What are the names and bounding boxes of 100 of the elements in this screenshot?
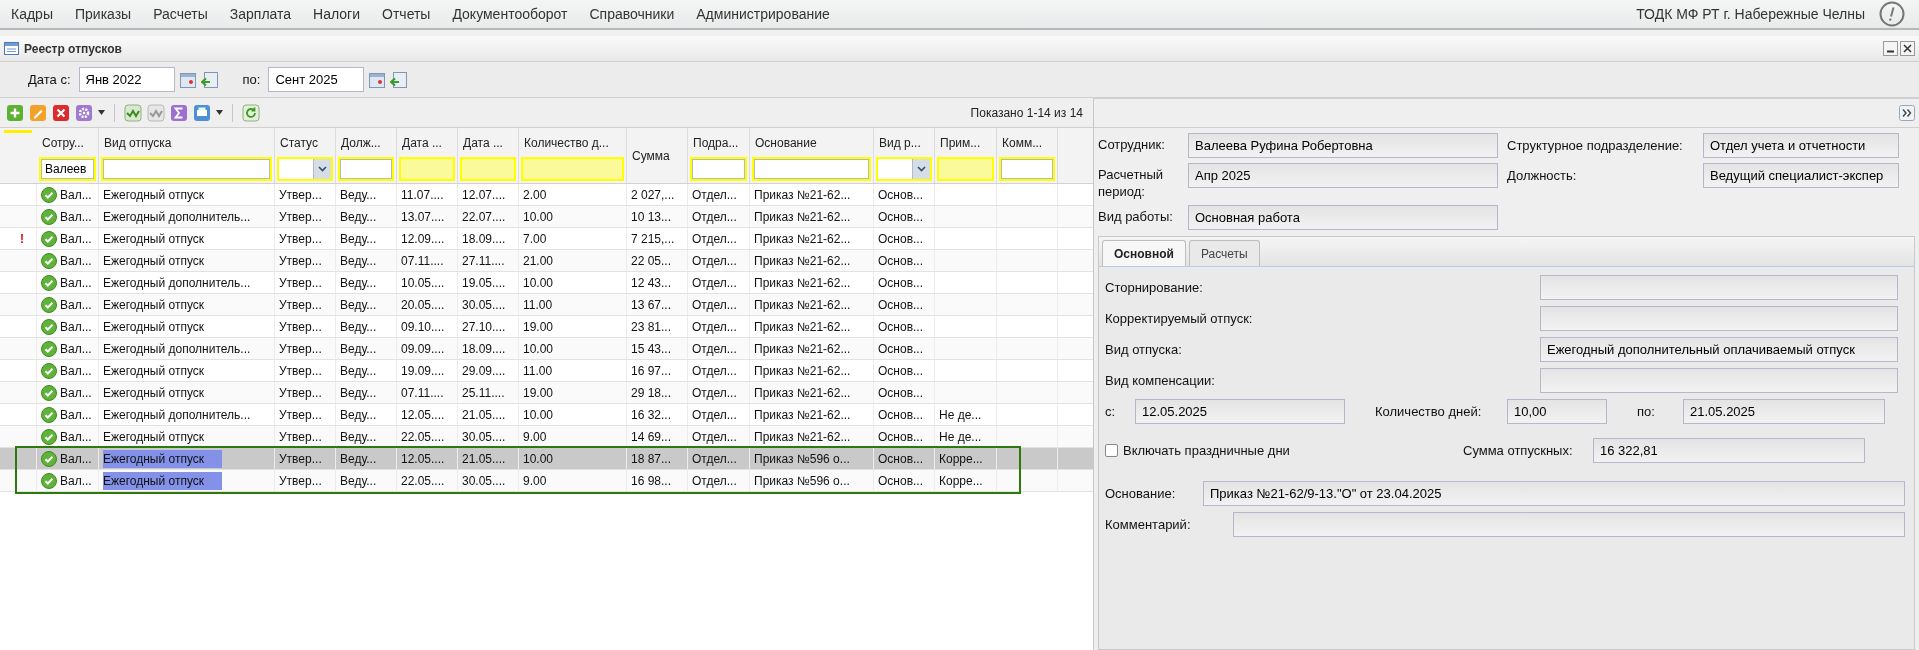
check-circle-icon: [41, 384, 57, 401]
table-cell-text: 15 43...: [631, 340, 672, 358]
menu-item[interactable]: Отчеты: [371, 3, 442, 25]
tab[interactable]: Основной: [1102, 240, 1186, 266]
table-cell-text: Отдел...: [692, 296, 737, 314]
filter-field[interactable]: [1001, 159, 1053, 179]
column-header[interactable]: Сумма: [629, 146, 685, 165]
filter-field[interactable]: [754, 159, 869, 179]
table-row[interactable]: Вал... Ежегодный отпуск Утвер... Веду... 22.05.... 30.05.... 9.00 16 98... Отдел... Приказ №596 о... Основ... Корре...: [0, 470, 1093, 492]
checkbox[interactable]: [1105, 444, 1118, 457]
menu-item[interactable]: Налоги: [302, 3, 372, 25]
form-field[interactable]: Ежегодный дополнительный оплачиваемый отпуск: [1540, 337, 1898, 362]
table-cell-text: Утвер...: [279, 208, 322, 226]
table-row[interactable]: Вал... Ежегодный отпуск Утвер... Веду... 09.10.... 27.10.... 19.00 23 81... Отдел... Приказ №21-62... Основ...: [0, 316, 1093, 338]
table-cell-text: 21.00: [523, 252, 554, 270]
menu-item[interactable]: Расчеты: [142, 3, 219, 25]
edit-icon[interactable]: [29, 103, 47, 122]
menu-item[interactable]: Администрирование: [685, 3, 841, 25]
column-header[interactable]: Долж...: [338, 128, 394, 152]
form-field[interactable]: [1540, 368, 1898, 393]
info-field[interactable]: Валеева Руфина Робертовна: [1188, 133, 1498, 158]
table-row[interactable]: Вал... Ежегодный отпуск Утвер... Веду... 19.09.... 29.09.... 11.00 16 97... Отдел... Приказ №21-62... Основ...: [0, 360, 1093, 382]
table-row[interactable]: Вал... Ежегодный отпуск Утвер... Веду... 07.11.... 27.11.... 21.00 22 05... Отдел... Приказ №21-62... Основ...: [0, 250, 1093, 272]
menu-item[interactable]: Приказы: [63, 3, 143, 25]
table-row[interactable]: Вал... Ежегодный дополнитель... Утвер... Веду... 10.05.... 19.05.... 10.00 12 43... Отдел... Приказ №21-62... Основ...: [0, 272, 1093, 294]
delete-icon[interactable]: [52, 103, 70, 122]
filter-field[interactable]: [692, 159, 745, 179]
calendar-icon[interactable]: [178, 70, 197, 89]
basis-field[interactable]: Приказ №21-62/9-13."О" от 23.04.2025: [1203, 481, 1905, 506]
info-icon[interactable]: [1879, 1, 1905, 27]
date-to-field[interactable]: Сент 2025: [268, 67, 365, 92]
form-field[interactable]: [1540, 306, 1898, 331]
table-row[interactable]: Вал... Ежегодный дополнитель... Утвер... Веду... 12.05.... 21.05.... 10.00 16 32... Отдел... Приказ №21-62... Основ... Не де...: [0, 404, 1093, 426]
check-circle-icon: [41, 208, 57, 225]
table-cell-text: Не де...: [939, 406, 982, 424]
calendar-icon[interactable]: [368, 70, 387, 89]
column-header[interactable]: Вид р...: [876, 128, 932, 152]
filter-field[interactable]: [103, 159, 270, 179]
sigma-icon[interactable]: [170, 103, 188, 122]
field-label: Сотрудник:: [1098, 136, 1166, 153]
tab[interactable]: Расчеты: [1188, 240, 1260, 266]
close-button[interactable]: [1900, 41, 1915, 56]
filter-dropdown[interactable]: [277, 157, 333, 181]
table-cell-text: Веду...: [340, 340, 377, 358]
table-cell-text: 07.11....: [401, 252, 444, 270]
column-header[interactable]: Статус: [277, 128, 333, 152]
check-circle-icon: [41, 406, 57, 423]
menu-item[interactable]: Кадры: [0, 3, 64, 25]
table-cell-text: Основ...: [878, 428, 923, 446]
column-header[interactable]: Подра...: [690, 128, 747, 152]
table-row[interactable]: Вал... Ежегодный дополнитель... Утвер... Веду... 13.07.... 22.07.... 10.00 10 13... Отдел... Приказ №21-62... Основ...: [0, 206, 1093, 228]
check-circle-icon: [41, 362, 57, 379]
gear-icon[interactable]: [75, 103, 93, 122]
column-header[interactable]: Прим...: [937, 128, 994, 152]
column-header[interactable]: Основание: [752, 128, 871, 152]
table-row[interactable]: ! Вал... Ежегодный отпуск Утвер... Веду... 12.09.... 18.09.... 7.00 7 215,... Отдел... Приказ №21-62... Основ...: [0, 228, 1093, 250]
column-header[interactable]: Дата ...: [460, 128, 516, 152]
window-title: Реестр отпусков: [24, 40, 122, 58]
column-header[interactable]: Комм...: [999, 128, 1055, 152]
table-cell-text: 30.05....: [462, 296, 506, 314]
menu-item[interactable]: Документооборот: [441, 3, 579, 25]
table-row[interactable]: Вал... Ежегодный отпуск Утвер... Веду... 22.05.... 30.05.... 9.00 14 69... Отдел... Приказ №21-62... Основ... Не де...: [0, 426, 1093, 448]
table-cell-text: 7 215,...: [631, 230, 675, 248]
table-cell-text: Отдел...: [692, 274, 737, 292]
form-field[interactable]: [1540, 275, 1898, 300]
info-field[interactable]: Основная работа: [1188, 205, 1498, 230]
amount-field[interactable]: 16 322,81: [1593, 438, 1865, 463]
date-from-field[interactable]: Янв 2022: [78, 67, 175, 92]
caret-icon[interactable]: [98, 110, 105, 115]
column-header[interactable]: Сотру...: [39, 128, 96, 152]
column-header[interactable]: Дата ...: [399, 128, 455, 152]
table-row[interactable]: Вал... Ежегодный отпуск Утвер... Веду... 07.11.... 25.11.... 19.00 29 18... Отдел... Приказ №21-62... Основ...: [0, 382, 1093, 404]
date-field[interactable]: 21.05.2025: [1683, 399, 1885, 424]
table-cell-text: Утвер...: [279, 384, 322, 402]
print-icon[interactable]: [193, 103, 211, 122]
filter-dropdown[interactable]: [876, 157, 932, 181]
table-cell-text: 23 81...: [631, 318, 672, 336]
info-field[interactable]: Апр 2025: [1188, 163, 1498, 188]
caret-icon[interactable]: [216, 110, 223, 115]
table-cell-text: 16 97...: [631, 362, 672, 380]
collapse-button[interactable]: [1899, 105, 1915, 121]
refresh-icon[interactable]: [242, 103, 260, 122]
filter-field[interactable]: [340, 159, 392, 179]
comment-field[interactable]: [1233, 512, 1905, 537]
filter-field[interactable]: Валеев: [41, 159, 94, 179]
add-icon[interactable]: [6, 103, 24, 122]
column-header[interactable]: Вид отпуска: [101, 128, 272, 152]
info-field[interactable]: Ведущий специалист-экспер: [1703, 163, 1899, 188]
column-header[interactable]: Количество д...: [521, 128, 624, 152]
minimize-button[interactable]: [1883, 41, 1898, 56]
date-field[interactable]: 12.05.2025: [1135, 399, 1345, 424]
menu-item[interactable]: Зарплата: [218, 3, 303, 25]
info-field[interactable]: Отдел учета и отчетности: [1703, 133, 1899, 158]
table-cell-text: Отдел...: [692, 472, 737, 490]
table-row[interactable]: Вал... Ежегодный отпуск Утвер... Веду... 11.07.... 12.07.... 2.00 2 027,... Отдел... Приказ №21-62... Основ...: [0, 184, 1093, 206]
table-row[interactable]: Вал... Ежегодный отпуск Утвер... Веду... 20.05.... 30.05.... 11.00 13 67... Отдел... Приказ №21-62... Основ...: [0, 294, 1093, 316]
days-field[interactable]: 10,00: [1507, 399, 1607, 424]
menu-item[interactable]: Справочники: [578, 3, 686, 25]
table-row[interactable]: Вал... Ежегодный отпуск Утвер... Веду... 12.05.... 21.05.... 10.00 18 87... Отдел... Приказ №596 о... Основ... Корре...: [0, 448, 1093, 470]
table-row[interactable]: Вал... Ежегодный дополнитель... Утвер... Веду... 09.09.... 18.09.... 10.00 15 43... Отдел... Приказ №21-62... Основ...: [0, 338, 1093, 360]
